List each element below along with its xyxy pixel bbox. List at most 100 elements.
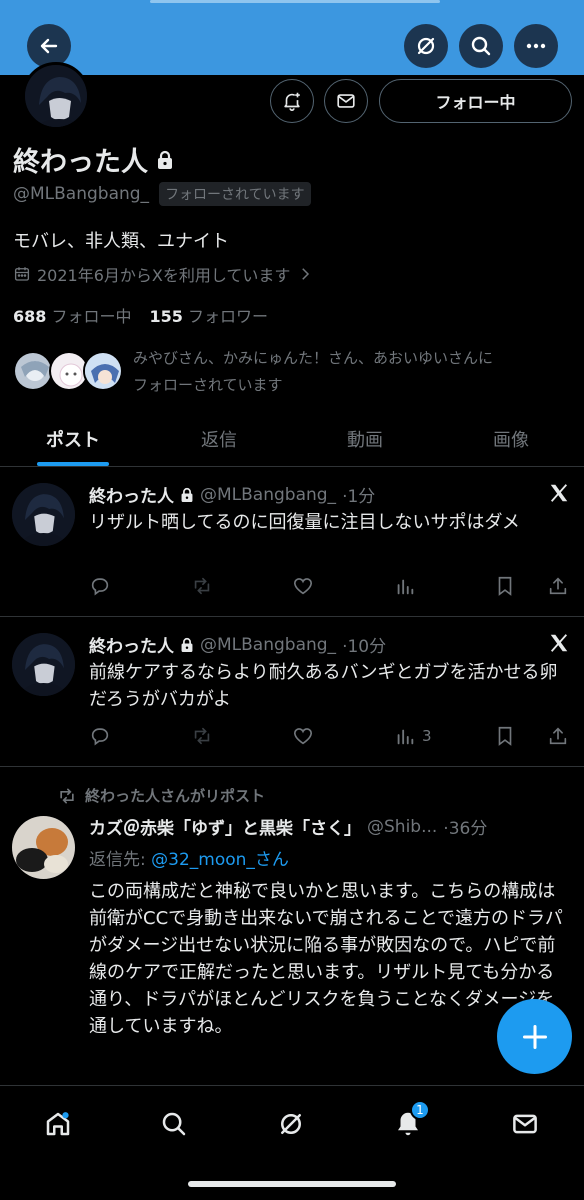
search-icon	[471, 36, 491, 56]
nav-grok[interactable]	[271, 1104, 311, 1144]
post-author-name[interactable]: 終わった人	[89, 632, 174, 657]
profile-avatar[interactable]	[22, 62, 90, 130]
x-logo-icon	[550, 634, 568, 652]
mutual-avatar	[13, 351, 53, 391]
mutual-followers[interactable]: みやびさん、かみにゅんた！さん、あおいゆいさんに フォローされています	[13, 345, 573, 399]
tab-images[interactable]: 画像	[438, 412, 584, 466]
post-avatar[interactable]	[12, 816, 75, 879]
bookmark-icon	[498, 576, 512, 596]
lock-icon	[181, 637, 193, 652]
post-item[interactable]: 終わった人 @MLBangbang_ ·1分 リザルト晒してるのに回復量に注目し…	[0, 467, 584, 617]
heart-icon	[293, 578, 313, 595]
nav-notifications[interactable]: 1	[388, 1100, 430, 1144]
follow-counts: 688 フォロー中 155 フォロワー	[13, 303, 268, 327]
nav-messages[interactable]	[505, 1104, 545, 1144]
bookmark-button[interactable]	[494, 575, 516, 597]
post-author-handle: @MLBangbang_	[200, 484, 337, 505]
repost-context[interactable]: 終わった人さんがリポスト	[57, 785, 265, 806]
tab-posts[interactable]: ポスト	[0, 412, 146, 466]
repost-button[interactable]	[191, 725, 213, 747]
profile-name-row: 終わった人	[13, 140, 174, 179]
share-icon	[549, 727, 567, 745]
follows-you-badge: フォローされています	[159, 182, 311, 206]
joined-date: 2021年6月からXを利用しています	[37, 266, 291, 285]
calendar-icon	[14, 267, 30, 281]
mutuals-line-1: みやびさん、かみにゅんた！さん、あおいゆいさんに	[133, 349, 494, 367]
profile-bio: モバレ、非人類、ユナイト	[13, 231, 229, 252]
post-item[interactable]: 終わった人 @MLBangbang_ ·10分 前線ケアするならより耐久あるバン…	[0, 617, 584, 767]
lock-icon	[181, 487, 193, 502]
search-button[interactable]	[459, 24, 503, 68]
following-button[interactable]: フォロー中	[379, 79, 572, 123]
mutual-avatar	[83, 351, 123, 391]
nav-search[interactable]	[154, 1104, 194, 1144]
reply-to-line: 返信先: @32_moon_さん	[89, 845, 289, 870]
profile-banner	[0, 0, 584, 75]
repost-icon	[60, 788, 74, 803]
post-header: 終わった人 @MLBangbang_ ·10分	[89, 632, 387, 658]
repost-icon	[194, 577, 210, 595]
analytics-icon	[397, 579, 414, 595]
envelope-icon	[513, 1114, 537, 1134]
reply-button[interactable]	[89, 725, 111, 747]
post-author-name[interactable]: 終わった人	[89, 482, 174, 507]
x-logo-icon	[550, 484, 568, 502]
search-icon	[162, 1112, 186, 1136]
profile-tabs: ポスト 返信 動画 画像	[0, 412, 584, 467]
reply-icon	[91, 578, 109, 596]
post-author-name[interactable]: カズ＠赤柴「ゆず」と黒柴「さく」	[89, 814, 361, 839]
post-actions: 3	[89, 725, 569, 749]
plus-icon	[522, 1024, 547, 1049]
like-button[interactable]	[292, 575, 314, 597]
reply-button[interactable]	[89, 575, 111, 597]
like-button[interactable]	[292, 725, 314, 747]
joined-date-row[interactable]: 2021年6月からXを利用しています	[13, 262, 314, 286]
heart-icon	[293, 728, 313, 745]
more-icon	[526, 43, 546, 49]
handle-row: @MLBangbang_ フォローされています	[13, 182, 311, 206]
grok-icon	[281, 1114, 301, 1134]
post-author-handle: @MLBangbang_	[200, 634, 337, 655]
compose-button[interactable]	[497, 999, 572, 1074]
more-button[interactable]	[514, 24, 558, 68]
post-header: カズ＠赤柴「ゆず」と黒柴「さく」 @Shib... ·36分	[89, 814, 488, 840]
reply-to-link[interactable]: @32_moon_さん	[151, 850, 289, 870]
following-link[interactable]: 688 フォロー中	[13, 303, 132, 327]
post-avatar[interactable]	[12, 633, 75, 696]
followers-link[interactable]: 155 フォロワー	[150, 303, 269, 327]
bookmark-button[interactable]	[494, 725, 516, 747]
views-count: 3	[422, 727, 432, 745]
views-button[interactable]: 3	[394, 725, 432, 747]
notify-button[interactable]	[270, 79, 314, 123]
message-button[interactable]	[324, 79, 368, 123]
notifications-badge: 1	[410, 1100, 430, 1120]
bookmark-icon	[498, 726, 512, 746]
post-time: ·36分	[443, 819, 488, 839]
share-icon	[549, 577, 567, 595]
status-strip	[150, 0, 440, 3]
arrow-left-icon	[40, 38, 58, 54]
repost-icon	[194, 727, 210, 745]
post-time: ·10分	[342, 637, 387, 657]
post-avatar[interactable]	[12, 483, 75, 546]
post-text: リザルト晒してるのに回復量に注目しないサポはダメ	[89, 512, 520, 533]
grok-icon	[417, 37, 435, 55]
tab-videos[interactable]: 動画	[292, 412, 438, 466]
home-icon	[46, 1112, 70, 1136]
envelope-icon	[337, 94, 355, 108]
mutual-followers-text: みやびさん、かみにゅんた！さん、あおいゆいさんに フォローされています	[133, 345, 573, 399]
repost-button[interactable]	[191, 575, 213, 597]
following-count: 688	[13, 307, 47, 326]
post-header: 終わった人 @MLBangbang_ ·1分	[89, 482, 375, 508]
views-button[interactable]	[394, 575, 422, 597]
tab-replies[interactable]: 返信	[146, 412, 292, 466]
grok-button[interactable]	[404, 24, 448, 68]
share-button[interactable]	[547, 725, 569, 747]
home-indicator	[188, 1181, 396, 1187]
profile-name: 終わった人	[13, 147, 148, 178]
bell-plus-icon	[284, 92, 300, 111]
repost-context-text: 終わった人さんがリポスト	[85, 787, 266, 805]
nav-home[interactable]	[38, 1104, 78, 1144]
share-button[interactable]	[547, 575, 569, 597]
back-button[interactable]	[27, 24, 71, 68]
